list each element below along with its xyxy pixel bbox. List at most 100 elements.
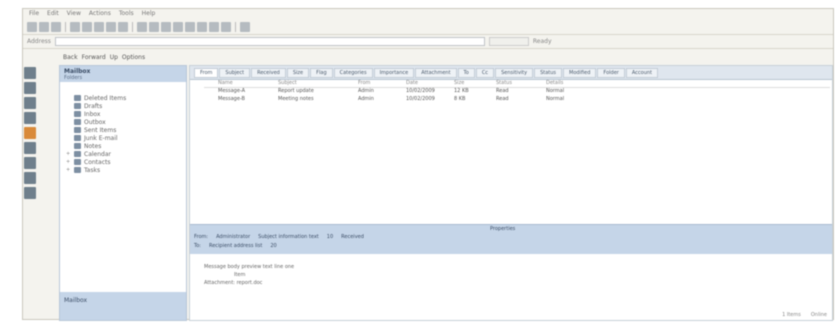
expand-icon[interactable]: + — [66, 151, 71, 157]
folder-item-tasks[interactable]: + Tasks — [60, 166, 186, 174]
folder-item-junk[interactable]: Junk E-mail — [60, 134, 186, 142]
folder-item-contacts[interactable]: + Contacts — [60, 158, 186, 166]
address-book-icon[interactable] — [161, 21, 171, 32]
tasks-icon[interactable] — [24, 112, 36, 124]
menu-bar: File Edit View Actions Tools Help — [23, 9, 833, 19]
delete-icon[interactable] — [82, 21, 92, 32]
folder-item-drafts[interactable]: Drafts — [60, 102, 186, 110]
address-label: Address — [27, 38, 51, 45]
tab-size[interactable]: Size — [286, 67, 310, 78]
toolbar-separator — [65, 21, 66, 32]
tab-from[interactable]: From — [194, 67, 219, 78]
column-header[interactable]: Details — [542, 80, 662, 87]
menu-view[interactable]: View — [67, 10, 81, 18]
forward-button[interactable]: Forward — [82, 54, 106, 61]
mail-icon[interactable] — [24, 67, 36, 79]
folder-icon — [74, 135, 81, 141]
folder-item-deleted[interactable]: Deleted Items — [60, 94, 186, 102]
attachment-link[interactable]: Attachment: report.doc — [204, 280, 504, 288]
nav-header-subtitle: Folders — [64, 74, 83, 81]
flag-icon[interactable] — [173, 21, 183, 32]
shortcut-strip — [23, 65, 37, 215]
options-button[interactable]: Options — [122, 54, 145, 61]
open-icon[interactable] — [39, 21, 49, 32]
menu-tools[interactable]: Tools — [119, 10, 134, 18]
tab-account[interactable]: Account — [625, 67, 659, 78]
category-icon[interactable] — [185, 21, 195, 32]
properties-panel: Properties From: Administrator Subject i… — [190, 224, 832, 254]
forward-icon[interactable] — [118, 21, 128, 32]
move-icon[interactable] — [197, 21, 207, 32]
reply-all-icon[interactable] — [106, 21, 116, 32]
column-header[interactable] — [204, 80, 214, 87]
column-header[interactable]: Name — [214, 80, 274, 87]
tab-status[interactable]: Status — [534, 67, 563, 78]
tab-importance[interactable]: Importance — [373, 67, 415, 78]
send-receive-icon[interactable] — [137, 21, 147, 32]
calendar-icon[interactable] — [24, 82, 36, 94]
properties-value: 20 — [270, 243, 277, 249]
copy-icon[interactable] — [209, 21, 219, 32]
table-row[interactable]: Message-A Report update Admin 10/02/2009… — [204, 88, 830, 96]
paste-icon[interactable] — [221, 21, 231, 32]
menu-actions[interactable]: Actions — [89, 10, 111, 18]
table-cell: 12 KB — [454, 88, 469, 94]
shortcuts-icon[interactable] — [24, 157, 36, 169]
notes-icon[interactable] — [24, 127, 36, 139]
table-cell: Meeting notes — [278, 96, 314, 102]
folder-label: Junk E-mail — [84, 134, 118, 142]
toolbar-separator — [132, 21, 133, 32]
tab-subject[interactable]: Subject — [219, 67, 251, 78]
reply-icon[interactable] — [94, 21, 104, 32]
menu-edit[interactable]: Edit — [47, 10, 59, 18]
save-icon[interactable] — [51, 21, 61, 32]
preview-line: Item — [234, 272, 246, 278]
folder-label: Inbox — [84, 110, 101, 118]
tab-to[interactable]: To — [457, 67, 475, 78]
folder-item-outbox[interactable]: Outbox — [60, 118, 186, 126]
folder-list-icon[interactable] — [24, 142, 36, 154]
menu-file[interactable]: File — [29, 10, 39, 18]
column-header[interactable]: From — [354, 80, 402, 87]
table-cell: Read — [496, 96, 509, 102]
tab-categories[interactable]: Categories — [333, 67, 373, 78]
tab-cc[interactable]: Cc — [475, 67, 495, 78]
navigation-toolbar: Back Forward Up Options — [59, 49, 259, 65]
folder-label: Contacts — [84, 158, 111, 166]
folder-item-calendar[interactable]: + Calendar — [60, 150, 186, 158]
tab-attachment[interactable]: Attachment — [415, 67, 457, 78]
column-header[interactable]: Date — [402, 80, 450, 87]
tab-modified[interactable]: Modified — [563, 67, 597, 78]
expand-icon[interactable]: + — [66, 167, 71, 173]
expand-icon[interactable]: + — [66, 159, 71, 165]
new-icon[interactable] — [27, 21, 37, 32]
column-header[interactable]: Size — [450, 80, 492, 87]
tab-sensitivity[interactable]: Sensitivity — [495, 67, 534, 78]
status-bar: 1 Items Online — [23, 311, 833, 319]
message-list: Name Subject From Date Size Status Detai… — [204, 80, 830, 210]
contacts-icon[interactable] — [24, 97, 36, 109]
find-icon[interactable] — [149, 21, 159, 32]
tab-folder[interactable]: Folder — [597, 67, 625, 78]
up-button[interactable]: Up — [110, 54, 118, 61]
print-icon[interactable] — [70, 21, 80, 32]
go-button[interactable] — [488, 37, 529, 46]
table-cell: Normal — [546, 96, 565, 102]
address-input[interactable] — [54, 37, 485, 46]
tab-flag[interactable]: Flag — [310, 67, 333, 78]
folder-item-sent[interactable]: Sent Items — [60, 126, 186, 134]
tab-received[interactable]: Received — [251, 67, 286, 78]
application-window: File Edit View Actions Tools Help Addres… — [22, 8, 834, 321]
folder-icon — [74, 143, 81, 149]
table-row[interactable]: Message-B Meeting notes Admin 10/02/2009… — [204, 96, 830, 104]
search-icon[interactable] — [24, 187, 36, 199]
table-cell: Message-B — [218, 96, 245, 102]
column-header[interactable]: Status — [492, 80, 542, 87]
folder-item-inbox[interactable]: Inbox — [60, 110, 186, 118]
back-button[interactable]: Back — [63, 54, 78, 61]
folder-item-notes[interactable]: Notes — [60, 142, 186, 150]
menu-help[interactable]: Help — [142, 10, 156, 18]
journal-icon[interactable] — [24, 172, 36, 184]
help-icon[interactable] — [240, 21, 250, 32]
column-header[interactable]: Subject — [274, 80, 354, 87]
